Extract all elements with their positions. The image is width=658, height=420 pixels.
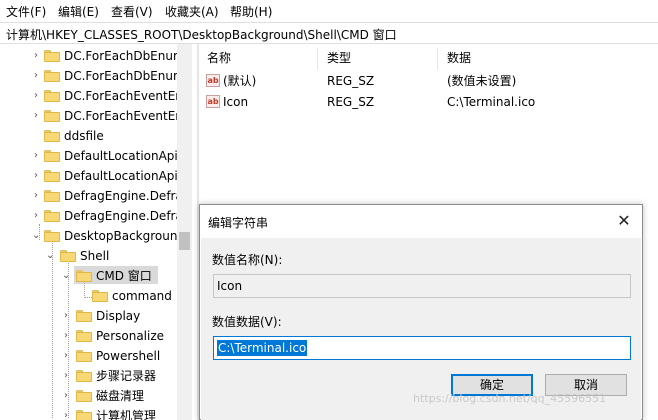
chevron-right-icon[interactable]: › bbox=[62, 390, 70, 402]
string-value-icon: ab bbox=[206, 95, 220, 108]
value-type: REG_SZ bbox=[327, 95, 375, 109]
tree-connector bbox=[84, 297, 92, 298]
chevron-right-icon[interactable]: › bbox=[32, 110, 40, 122]
tree-item-label: DC.ForEachDbEnum bbox=[64, 69, 185, 83]
tree-item-label: Shell bbox=[80, 249, 110, 263]
folder-icon bbox=[76, 330, 92, 342]
tree-item-label: DefaultLocationApi. bbox=[64, 169, 182, 183]
menu-bar: 文件(F) 编辑(E) 查看(V) 收藏夹(A) 帮助(H) bbox=[0, 0, 658, 22]
address-path[interactable]: 计算机\HKEY_CLASSES_ROOT\DesktopBackground\… bbox=[6, 26, 397, 43]
value-name: Icon bbox=[223, 95, 249, 109]
watermark: https://blog.csdn.net/qq_45596551 bbox=[413, 392, 607, 405]
chevron-right-icon[interactable]: › bbox=[32, 170, 40, 182]
value-data: C:\Terminal.ico bbox=[447, 95, 536, 109]
chevron-right-icon[interactable]: › bbox=[32, 50, 40, 62]
folder-icon bbox=[44, 70, 60, 82]
tree-item-label: Display bbox=[96, 309, 141, 323]
tree-connector bbox=[52, 236, 53, 418]
chevron-down-icon[interactable]: ⌄ bbox=[62, 270, 70, 282]
chevron-right-icon[interactable]: › bbox=[32, 210, 40, 222]
registry-tree: › DC.ForEachDbEnum › DC.ForEachDbEnum › … bbox=[0, 44, 192, 420]
folder-icon bbox=[76, 370, 92, 382]
menu-view[interactable]: 查看(V) bbox=[109, 4, 155, 20]
chevron-down-icon[interactable]: ⌄ bbox=[46, 250, 54, 262]
value-data-label: 数值数据(V): bbox=[212, 315, 282, 329]
tree-item-label: DC.ForEachEventEn bbox=[64, 109, 183, 123]
chevron-right-icon[interactable]: › bbox=[62, 310, 70, 322]
value-data-selected-text: C:\Terminal.ico bbox=[217, 340, 308, 356]
menu-favorites[interactable]: 收藏夹(A) bbox=[163, 4, 221, 20]
folder-icon bbox=[44, 130, 60, 142]
folder-icon bbox=[44, 110, 60, 122]
chevron-right-icon[interactable]: › bbox=[62, 410, 70, 420]
tree-item-label: DefragEngine.Defra bbox=[64, 209, 183, 223]
value-type: REG_SZ bbox=[327, 74, 375, 88]
folder-icon bbox=[92, 290, 108, 302]
chevron-right-icon[interactable]: › bbox=[32, 70, 40, 82]
tree-item-label: 计算机管理 bbox=[96, 409, 157, 420]
menu-file[interactable]: 文件(F) bbox=[4, 4, 48, 20]
tree-item-label: 磁盘清理 bbox=[96, 389, 145, 403]
menu-edit[interactable]: 编辑(E) bbox=[56, 4, 101, 20]
chevron-right-icon[interactable]: › bbox=[32, 90, 40, 102]
string-value-icon: ab bbox=[206, 74, 220, 87]
value-name: (默认) bbox=[223, 74, 257, 88]
folder-icon bbox=[44, 170, 60, 182]
folder-icon bbox=[44, 190, 60, 202]
tree-scrollbar-thumb[interactable] bbox=[179, 232, 190, 250]
tree-item-label: 步骤记录器 bbox=[96, 369, 157, 383]
chevron-right-icon[interactable]: › bbox=[62, 370, 70, 382]
folder-icon bbox=[76, 310, 92, 322]
value-row-default[interactable]: ab (默认) REG_SZ (数值未设置) bbox=[199, 71, 658, 91]
tree-item-label: DC.ForEachEventEn bbox=[64, 89, 183, 103]
folder-icon bbox=[44, 50, 60, 62]
tree-item-label: DesktopBackgroun bbox=[64, 229, 178, 243]
folder-icon bbox=[44, 150, 60, 162]
column-header-type[interactable]: 类型 bbox=[327, 50, 351, 66]
folder-icon bbox=[44, 210, 60, 222]
folder-icon bbox=[44, 90, 60, 102]
folder-icon bbox=[44, 230, 60, 242]
folder-icon bbox=[76, 390, 92, 402]
tree-item-label: CMD 窗口 bbox=[96, 269, 152, 283]
value-data: (数值未设置) bbox=[447, 74, 517, 88]
dialog-title: 编辑字符串 bbox=[208, 216, 269, 230]
tree-item-label: command bbox=[112, 289, 172, 303]
value-row-icon[interactable]: ab Icon REG_SZ C:\Terminal.ico bbox=[199, 92, 658, 112]
close-icon[interactable]: ✕ bbox=[612, 210, 636, 232]
value-name-label: 数值名称(N): bbox=[212, 253, 283, 267]
chevron-right-icon[interactable]: › bbox=[62, 330, 70, 342]
tree-item-label: Personalize bbox=[96, 329, 165, 343]
column-separator[interactable] bbox=[317, 48, 318, 70]
tree-item-label: DC.ForEachDbEnum bbox=[64, 49, 185, 63]
column-header-name[interactable]: 名称 bbox=[207, 50, 231, 66]
address-bar[interactable]: 计算机\HKEY_CLASSES_ROOT\DesktopBackground\… bbox=[0, 22, 658, 44]
chevron-right-icon[interactable]: › bbox=[32, 190, 40, 202]
column-separator[interactable] bbox=[437, 48, 438, 70]
edit-string-dialog: 编辑字符串 ✕ 数值名称(N): Icon 数值数据(V): C:\Termin… bbox=[199, 204, 643, 420]
chevron-right-icon[interactable]: › bbox=[62, 350, 70, 362]
tree-item-label: ddsfile bbox=[64, 129, 104, 143]
tree-item-label: DefaultLocationApi bbox=[64, 149, 178, 163]
folder-icon bbox=[76, 270, 92, 282]
folder-icon bbox=[76, 410, 92, 420]
menu-help[interactable]: 帮助(H) bbox=[228, 4, 274, 20]
column-header-data[interactable]: 数据 bbox=[447, 50, 471, 66]
value-data-input[interactable]: C:\Terminal.ico bbox=[213, 336, 631, 360]
value-name-field[interactable]: Icon bbox=[213, 274, 631, 298]
tree-item-label: Powershell bbox=[96, 349, 161, 363]
folder-icon bbox=[60, 250, 76, 262]
tree-item-label: DefragEngine.Defra bbox=[64, 189, 183, 203]
folder-icon bbox=[76, 350, 92, 362]
chevron-right-icon[interactable]: › bbox=[32, 150, 40, 162]
chevron-down-icon[interactable]: ⌄ bbox=[32, 230, 40, 242]
